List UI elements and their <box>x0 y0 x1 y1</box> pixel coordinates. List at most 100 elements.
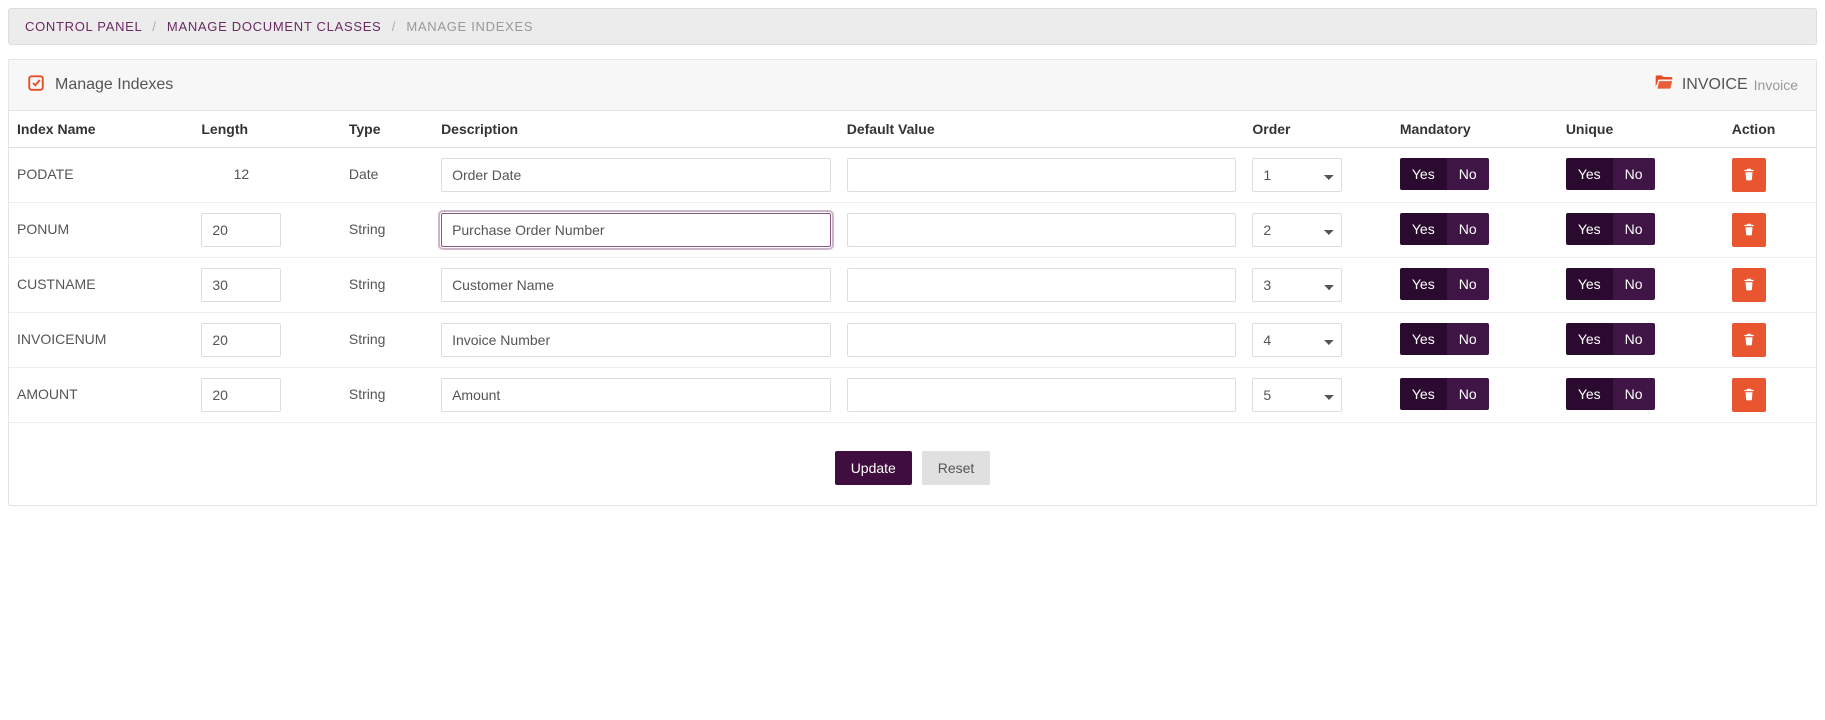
mandatory-no-button[interactable]: No <box>1447 268 1489 300</box>
trash-icon <box>1742 387 1756 404</box>
delete-button[interactable] <box>1732 323 1766 357</box>
update-button[interactable]: Update <box>835 451 912 485</box>
unique-no-button[interactable]: No <box>1613 158 1655 190</box>
mandatory-no-button[interactable]: No <box>1447 378 1489 410</box>
breadcrumb-link-manage-doc-classes[interactable]: MANAGE DOCUMENT CLASSES <box>167 19 382 34</box>
type-value: Date <box>349 158 379 182</box>
indexes-table: Index Name Length Type Description Defau… <box>9 111 1816 423</box>
description-input[interactable] <box>441 158 831 192</box>
th-description: Description <box>433 111 839 148</box>
reset-button[interactable]: Reset <box>922 451 991 485</box>
description-input[interactable] <box>441 213 831 247</box>
unique-toggle: YesNo <box>1566 213 1655 245</box>
unique-toggle: YesNo <box>1566 378 1655 410</box>
mandatory-no-button[interactable]: No <box>1447 158 1489 190</box>
th-default: Default Value <box>839 111 1245 148</box>
order-select[interactable]: 5 <box>1252 378 1342 412</box>
breadcrumb-separator: / <box>152 19 156 34</box>
mandatory-no-button[interactable]: No <box>1447 213 1489 245</box>
mandatory-yes-button[interactable]: Yes <box>1400 323 1447 355</box>
manage-indexes-panel: Manage Indexes INVOICE Invoice Index Nam… <box>8 59 1817 506</box>
panel-title-text: Manage Indexes <box>55 76 173 94</box>
delete-button[interactable] <box>1732 268 1766 302</box>
check-icon <box>27 74 45 97</box>
delete-button[interactable] <box>1732 378 1766 412</box>
trash-icon <box>1742 277 1756 294</box>
table-row: CUSTNAMEString3YesNoYesNo <box>9 258 1816 313</box>
unique-yes-button[interactable]: Yes <box>1566 323 1613 355</box>
breadcrumb: CONTROL PANEL / MANAGE DOCUMENT CLASSES … <box>8 8 1817 45</box>
description-input[interactable] <box>441 323 831 357</box>
length-input[interactable] <box>201 213 281 247</box>
delete-button[interactable] <box>1732 213 1766 247</box>
panel-title: Manage Indexes <box>27 74 173 97</box>
description-input[interactable] <box>441 378 831 412</box>
doc-code: INVOICE <box>1682 76 1748 94</box>
default-value-input[interactable] <box>847 268 1237 302</box>
type-value: String <box>349 268 386 292</box>
description-input[interactable] <box>441 268 831 302</box>
index-name-value: INVOICENUM <box>17 323 106 347</box>
unique-yes-button[interactable]: Yes <box>1566 378 1613 410</box>
order-select[interactable]: 1 <box>1252 158 1342 192</box>
default-value-input[interactable] <box>847 323 1237 357</box>
default-value-input[interactable] <box>847 213 1237 247</box>
footer-buttons: Update Reset <box>9 423 1816 505</box>
length-value: 12 <box>201 158 281 182</box>
unique-no-button[interactable]: No <box>1613 213 1655 245</box>
unique-toggle: YesNo <box>1566 158 1655 190</box>
index-name-value: CUSTNAME <box>17 268 96 292</box>
panel-header: Manage Indexes INVOICE Invoice <box>9 60 1816 111</box>
th-order: Order <box>1244 111 1392 148</box>
th-unique: Unique <box>1558 111 1724 148</box>
mandatory-toggle: YesNo <box>1400 158 1489 190</box>
mandatory-toggle: YesNo <box>1400 378 1489 410</box>
length-input[interactable] <box>201 323 281 357</box>
table-header-row: Index Name Length Type Description Defau… <box>9 111 1816 148</box>
unique-yes-button[interactable]: Yes <box>1566 213 1613 245</box>
folder-open-icon <box>1654 72 1674 98</box>
order-select[interactable]: 3 <box>1252 268 1342 302</box>
mandatory-yes-button[interactable]: Yes <box>1400 158 1447 190</box>
mandatory-toggle: YesNo <box>1400 268 1489 300</box>
table-row: PONUMString2YesNoYesNo <box>9 203 1816 258</box>
th-index-name: Index Name <box>9 111 193 148</box>
unique-yes-button[interactable]: Yes <box>1566 268 1613 300</box>
mandatory-yes-button[interactable]: Yes <box>1400 378 1447 410</box>
unique-no-button[interactable]: No <box>1613 268 1655 300</box>
unique-no-button[interactable]: No <box>1613 378 1655 410</box>
default-value-input[interactable] <box>847 158 1237 192</box>
trash-icon <box>1742 332 1756 349</box>
mandatory-yes-button[interactable]: Yes <box>1400 213 1447 245</box>
length-input[interactable] <box>201 268 281 302</box>
delete-button[interactable] <box>1732 158 1766 192</box>
trash-icon <box>1742 222 1756 239</box>
mandatory-toggle: YesNo <box>1400 323 1489 355</box>
unique-toggle: YesNo <box>1566 323 1655 355</box>
mandatory-no-button[interactable]: No <box>1447 323 1489 355</box>
index-name-value: PODATE <box>17 158 74 182</box>
panel-doc-info: INVOICE Invoice <box>1654 72 1798 98</box>
unique-no-button[interactable]: No <box>1613 323 1655 355</box>
table-row: INVOICENUMString4YesNoYesNo <box>9 313 1816 368</box>
default-value-input[interactable] <box>847 378 1237 412</box>
order-select[interactable]: 4 <box>1252 323 1342 357</box>
th-mandatory: Mandatory <box>1392 111 1558 148</box>
doc-name: Invoice <box>1754 77 1798 93</box>
table-row: PODATE12Date1YesNoYesNo <box>9 148 1816 203</box>
table-row: AMOUNTString5YesNoYesNo <box>9 368 1816 423</box>
unique-yes-button[interactable]: Yes <box>1566 158 1613 190</box>
th-length: Length <box>193 111 341 148</box>
breadcrumb-separator: / <box>392 19 396 34</box>
order-select[interactable]: 2 <box>1252 213 1342 247</box>
th-type: Type <box>341 111 433 148</box>
index-name-value: AMOUNT <box>17 378 78 402</box>
type-value: String <box>349 323 386 347</box>
mandatory-yes-button[interactable]: Yes <box>1400 268 1447 300</box>
breadcrumb-link-control-panel[interactable]: CONTROL PANEL <box>25 19 142 34</box>
mandatory-toggle: YesNo <box>1400 213 1489 245</box>
breadcrumb-current: MANAGE INDEXES <box>406 19 533 34</box>
trash-icon <box>1742 167 1756 184</box>
length-input[interactable] <box>201 378 281 412</box>
type-value: String <box>349 378 386 402</box>
